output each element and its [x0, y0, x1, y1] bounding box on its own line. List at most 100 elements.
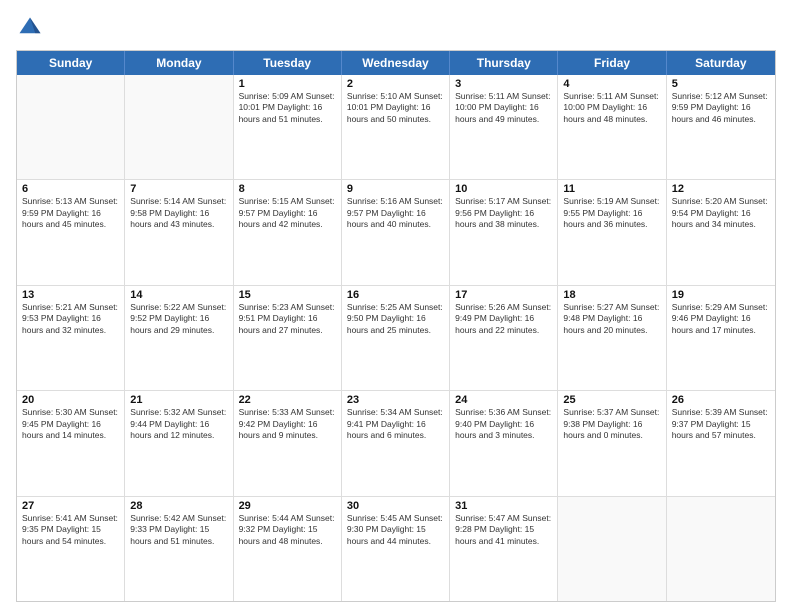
- cell-info: Sunrise: 5:15 AM Sunset: 9:57 PM Dayligh…: [239, 196, 336, 230]
- cell-info: Sunrise: 5:22 AM Sunset: 9:52 PM Dayligh…: [130, 302, 227, 336]
- calendar-cell-15: 15Sunrise: 5:23 AM Sunset: 9:51 PM Dayli…: [234, 286, 342, 390]
- day-number: 15: [239, 289, 336, 301]
- calendar-cell-25: 25Sunrise: 5:37 AM Sunset: 9:38 PM Dayli…: [558, 391, 666, 495]
- header-day-monday: Monday: [125, 51, 233, 75]
- calendar-cell-empty: [17, 75, 125, 179]
- cell-info: Sunrise: 5:45 AM Sunset: 9:30 PM Dayligh…: [347, 513, 444, 547]
- calendar-cell-7: 7Sunrise: 5:14 AM Sunset: 9:58 PM Daylig…: [125, 180, 233, 284]
- header-day-friday: Friday: [558, 51, 666, 75]
- day-number: 20: [22, 394, 119, 406]
- day-number: 18: [563, 289, 660, 301]
- calendar-cell-27: 27Sunrise: 5:41 AM Sunset: 9:35 PM Dayli…: [17, 497, 125, 601]
- calendar-cell-26: 26Sunrise: 5:39 AM Sunset: 9:37 PM Dayli…: [667, 391, 775, 495]
- day-number: 13: [22, 289, 119, 301]
- cell-info: Sunrise: 5:39 AM Sunset: 9:37 PM Dayligh…: [672, 407, 770, 441]
- cell-info: Sunrise: 5:42 AM Sunset: 9:33 PM Dayligh…: [130, 513, 227, 547]
- day-number: 7: [130, 183, 227, 195]
- header-day-thursday: Thursday: [450, 51, 558, 75]
- calendar-cell-20: 20Sunrise: 5:30 AM Sunset: 9:45 PM Dayli…: [17, 391, 125, 495]
- cell-info: Sunrise: 5:17 AM Sunset: 9:56 PM Dayligh…: [455, 196, 552, 230]
- day-number: 25: [563, 394, 660, 406]
- day-number: 31: [455, 500, 552, 512]
- calendar-cell-8: 8Sunrise: 5:15 AM Sunset: 9:57 PM Daylig…: [234, 180, 342, 284]
- cell-info: Sunrise: 5:13 AM Sunset: 9:59 PM Dayligh…: [22, 196, 119, 230]
- calendar-cell-empty: [125, 75, 233, 179]
- day-number: 26: [672, 394, 770, 406]
- day-number: 8: [239, 183, 336, 195]
- cell-info: Sunrise: 5:29 AM Sunset: 9:46 PM Dayligh…: [672, 302, 770, 336]
- header-day-wednesday: Wednesday: [342, 51, 450, 75]
- calendar-row-0: 1Sunrise: 5:09 AM Sunset: 10:01 PM Dayli…: [17, 75, 775, 180]
- calendar-cell-10: 10Sunrise: 5:17 AM Sunset: 9:56 PM Dayli…: [450, 180, 558, 284]
- calendar-cell-18: 18Sunrise: 5:27 AM Sunset: 9:48 PM Dayli…: [558, 286, 666, 390]
- day-number: 19: [672, 289, 770, 301]
- calendar-cell-22: 22Sunrise: 5:33 AM Sunset: 9:42 PM Dayli…: [234, 391, 342, 495]
- calendar-cell-16: 16Sunrise: 5:25 AM Sunset: 9:50 PM Dayli…: [342, 286, 450, 390]
- calendar-cell-4: 4Sunrise: 5:11 AM Sunset: 10:00 PM Dayli…: [558, 75, 666, 179]
- calendar-cell-13: 13Sunrise: 5:21 AM Sunset: 9:53 PM Dayli…: [17, 286, 125, 390]
- day-number: 6: [22, 183, 119, 195]
- cell-info: Sunrise: 5:26 AM Sunset: 9:49 PM Dayligh…: [455, 302, 552, 336]
- cell-info: Sunrise: 5:12 AM Sunset: 9:59 PM Dayligh…: [672, 91, 770, 125]
- day-number: 22: [239, 394, 336, 406]
- calendar: SundayMondayTuesdayWednesdayThursdayFrid…: [16, 50, 776, 602]
- calendar-cell-empty: [667, 497, 775, 601]
- logo: [16, 14, 48, 42]
- calendar-cell-23: 23Sunrise: 5:34 AM Sunset: 9:41 PM Dayli…: [342, 391, 450, 495]
- logo-icon: [16, 14, 44, 42]
- calendar-row-4: 27Sunrise: 5:41 AM Sunset: 9:35 PM Dayli…: [17, 497, 775, 601]
- calendar-cell-9: 9Sunrise: 5:16 AM Sunset: 9:57 PM Daylig…: [342, 180, 450, 284]
- header-day-saturday: Saturday: [667, 51, 775, 75]
- day-number: 14: [130, 289, 227, 301]
- calendar-cell-11: 11Sunrise: 5:19 AM Sunset: 9:55 PM Dayli…: [558, 180, 666, 284]
- day-number: 4: [563, 78, 660, 90]
- day-number: 2: [347, 78, 444, 90]
- calendar-header: SundayMondayTuesdayWednesdayThursdayFrid…: [17, 51, 775, 75]
- calendar-row-2: 13Sunrise: 5:21 AM Sunset: 9:53 PM Dayli…: [17, 286, 775, 391]
- day-number: 23: [347, 394, 444, 406]
- cell-info: Sunrise: 5:10 AM Sunset: 10:01 PM Daylig…: [347, 91, 444, 125]
- cell-info: Sunrise: 5:11 AM Sunset: 10:00 PM Daylig…: [455, 91, 552, 125]
- day-number: 17: [455, 289, 552, 301]
- calendar-cell-31: 31Sunrise: 5:47 AM Sunset: 9:28 PM Dayli…: [450, 497, 558, 601]
- cell-info: Sunrise: 5:34 AM Sunset: 9:41 PM Dayligh…: [347, 407, 444, 441]
- cell-info: Sunrise: 5:25 AM Sunset: 9:50 PM Dayligh…: [347, 302, 444, 336]
- day-number: 16: [347, 289, 444, 301]
- calendar-cell-3: 3Sunrise: 5:11 AM Sunset: 10:00 PM Dayli…: [450, 75, 558, 179]
- calendar-body: 1Sunrise: 5:09 AM Sunset: 10:01 PM Dayli…: [17, 75, 775, 601]
- calendar-cell-17: 17Sunrise: 5:26 AM Sunset: 9:49 PM Dayli…: [450, 286, 558, 390]
- header-day-tuesday: Tuesday: [234, 51, 342, 75]
- cell-info: Sunrise: 5:32 AM Sunset: 9:44 PM Dayligh…: [130, 407, 227, 441]
- calendar-cell-5: 5Sunrise: 5:12 AM Sunset: 9:59 PM Daylig…: [667, 75, 775, 179]
- calendar-cell-21: 21Sunrise: 5:32 AM Sunset: 9:44 PM Dayli…: [125, 391, 233, 495]
- calendar-cell-29: 29Sunrise: 5:44 AM Sunset: 9:32 PM Dayli…: [234, 497, 342, 601]
- cell-info: Sunrise: 5:36 AM Sunset: 9:40 PM Dayligh…: [455, 407, 552, 441]
- cell-info: Sunrise: 5:21 AM Sunset: 9:53 PM Dayligh…: [22, 302, 119, 336]
- calendar-cell-empty: [558, 497, 666, 601]
- day-number: 10: [455, 183, 552, 195]
- cell-info: Sunrise: 5:16 AM Sunset: 9:57 PM Dayligh…: [347, 196, 444, 230]
- calendar-row-1: 6Sunrise: 5:13 AM Sunset: 9:59 PM Daylig…: [17, 180, 775, 285]
- calendar-cell-1: 1Sunrise: 5:09 AM Sunset: 10:01 PM Dayli…: [234, 75, 342, 179]
- cell-info: Sunrise: 5:20 AM Sunset: 9:54 PM Dayligh…: [672, 196, 770, 230]
- calendar-row-3: 20Sunrise: 5:30 AM Sunset: 9:45 PM Dayli…: [17, 391, 775, 496]
- day-number: 12: [672, 183, 770, 195]
- cell-info: Sunrise: 5:14 AM Sunset: 9:58 PM Dayligh…: [130, 196, 227, 230]
- calendar-cell-2: 2Sunrise: 5:10 AM Sunset: 10:01 PM Dayli…: [342, 75, 450, 179]
- calendar-cell-12: 12Sunrise: 5:20 AM Sunset: 9:54 PM Dayli…: [667, 180, 775, 284]
- day-number: 24: [455, 394, 552, 406]
- calendar-cell-19: 19Sunrise: 5:29 AM Sunset: 9:46 PM Dayli…: [667, 286, 775, 390]
- cell-info: Sunrise: 5:44 AM Sunset: 9:32 PM Dayligh…: [239, 513, 336, 547]
- day-number: 11: [563, 183, 660, 195]
- calendar-cell-6: 6Sunrise: 5:13 AM Sunset: 9:59 PM Daylig…: [17, 180, 125, 284]
- cell-info: Sunrise: 5:33 AM Sunset: 9:42 PM Dayligh…: [239, 407, 336, 441]
- page: SundayMondayTuesdayWednesdayThursdayFrid…: [0, 0, 792, 612]
- day-number: 21: [130, 394, 227, 406]
- cell-info: Sunrise: 5:23 AM Sunset: 9:51 PM Dayligh…: [239, 302, 336, 336]
- day-number: 3: [455, 78, 552, 90]
- calendar-cell-30: 30Sunrise: 5:45 AM Sunset: 9:30 PM Dayli…: [342, 497, 450, 601]
- day-number: 9: [347, 183, 444, 195]
- header: [16, 14, 776, 42]
- day-number: 5: [672, 78, 770, 90]
- cell-info: Sunrise: 5:19 AM Sunset: 9:55 PM Dayligh…: [563, 196, 660, 230]
